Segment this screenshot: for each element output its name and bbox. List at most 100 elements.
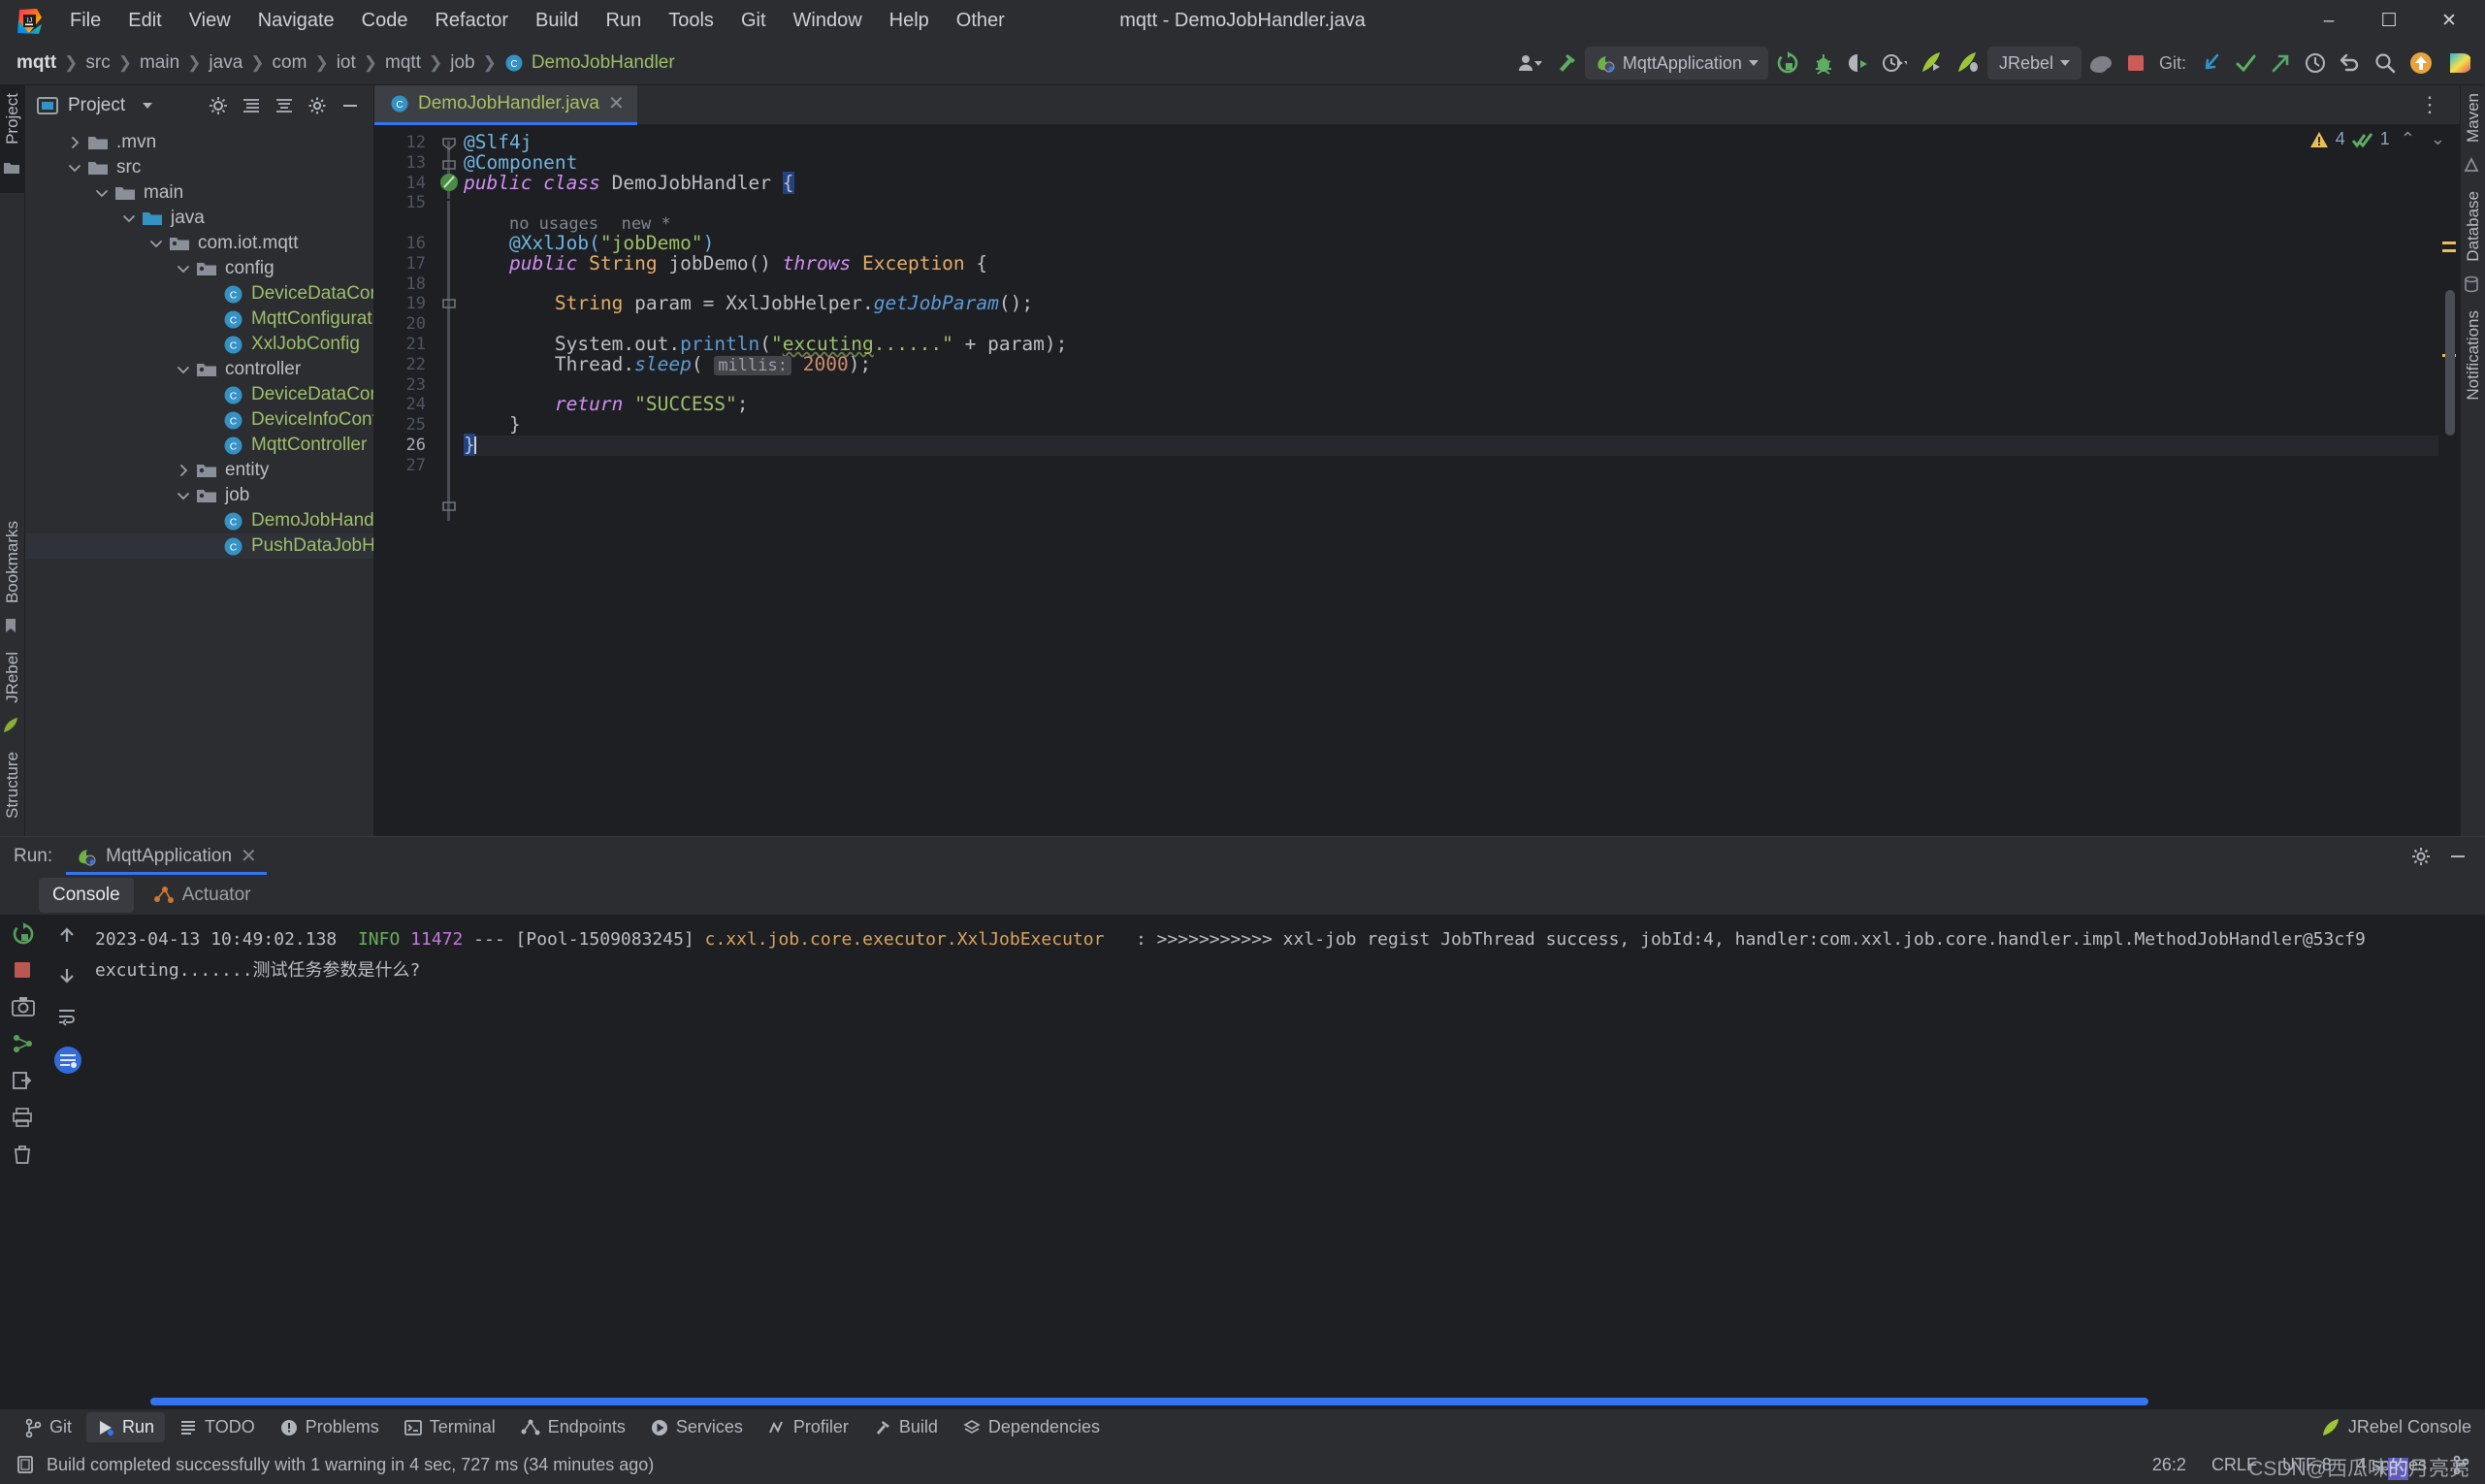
breadcrumb-com[interactable]: com [266,49,314,77]
tool-window-terminal[interactable]: Terminal [394,1412,506,1442]
maximize-button[interactable]: ☐ [2359,0,2419,42]
tree-item-entity[interactable]: entity [25,458,373,483]
tree-item-mqttcontroller[interactable]: C MqttController [25,433,373,458]
tree-item-mqttconfiguration[interactable]: C MqttConfiguration [25,306,373,332]
console-horizontal-scrollbar[interactable] [0,1395,2485,1408]
code-line[interactable]: no usages new * [464,213,2438,234]
tree-item-java[interactable]: java [25,206,373,231]
window-controls[interactable]: – ☐ ✕ [2299,0,2485,42]
code-line[interactable]: @XxlJob("jobDemo") [464,233,2438,254]
code-line[interactable] [464,274,2438,295]
code-folding-gutter[interactable] [435,125,464,836]
editor-marker-scrollbar[interactable] [2438,125,2460,836]
tool-strip-structure-label[interactable]: Structure [3,744,22,826]
jrebel-debug-icon[interactable] [1951,47,1985,80]
chevron-down-icon[interactable] [147,235,165,252]
select-opened-file-icon[interactable] [209,96,228,115]
code-line[interactable] [464,456,2438,476]
git-update-icon[interactable] [2194,47,2227,80]
caret-position[interactable]: 26:2 [2152,1455,2186,1475]
tool-window-dependencies[interactable]: Dependencies [952,1412,1111,1442]
debug-icon[interactable] [1807,47,1840,80]
tool-window-endpoints[interactable]: Endpoints [510,1412,636,1442]
chevron-down-icon[interactable] [120,210,138,227]
print-icon[interactable] [12,1107,35,1130]
code-line[interactable]: public String jobDemo() throws Exception… [464,253,2438,274]
tree-item-devicedataconfig[interactable]: C DeviceDataConfig [25,281,373,306]
tool-strip-project-label[interactable]: Project [3,85,22,152]
warning-marker[interactable] [2442,242,2456,244]
project-folder-icon[interactable] [2,158,23,179]
tool-window-problems[interactable]: Problems [270,1412,390,1442]
tool-strip-bookmarks-label[interactable]: Bookmarks [3,513,22,611]
tool-window-profiler[interactable]: Profiler [758,1412,859,1442]
collapse-all-icon[interactable] [274,96,294,115]
rerun-icon[interactable] [12,922,35,946]
jrebel-icon[interactable] [2,717,23,738]
ide-feature-icon[interactable] [2440,47,2475,80]
git-rollback-icon[interactable] [2334,47,2367,80]
rerun-icon[interactable] [1770,47,1805,80]
git-commit-icon[interactable] [2229,47,2262,80]
breadcrumb-class[interactable]: C DemoJobHandler [498,49,682,77]
console-output-area[interactable]: 2023-04-13 10:49:02.138 INFO 11472 --- [… [0,915,2485,1395]
menu-refactor[interactable]: Refactor [421,5,522,37]
tree-item-controller[interactable]: controller [25,357,373,382]
notifications-icon[interactable] [2404,47,2438,80]
close-icon[interactable]: ✕ [608,94,625,113]
tool-window-todo[interactable]: TODO [169,1412,266,1442]
editor-scrollbar-thumb[interactable] [2445,290,2455,436]
tree-item-src[interactable]: src [25,155,373,180]
code-line[interactable]: String param = XxlJobHelper.getJobParam(… [464,293,2438,314]
breadcrumb-mqtt[interactable]: mqtt [10,49,63,77]
menu-view[interactable]: View [176,5,244,37]
scroll-up-icon[interactable] [56,924,80,948]
chevron-down-icon[interactable] [1748,60,1759,66]
more-options-icon[interactable]: ⋮ [2411,92,2450,117]
menu-edit[interactable]: Edit [114,5,175,37]
profiler-toolbar-icon[interactable] [1877,47,1912,80]
project-tree[interactable]: .mvn src main java com.iot.mqtt config C Device… [25,126,373,836]
tool-strip-database-label[interactable]: Database [2464,183,2483,270]
screenshot-icon[interactable] [12,996,35,1019]
menu-window[interactable]: Window [780,5,876,37]
hide-panel-icon[interactable] [2442,840,2473,873]
console-settings-icon[interactable] [54,1047,81,1074]
chevron-down-icon[interactable] [175,260,192,277]
menu-navigate[interactable]: Navigate [244,5,348,37]
chevron-down-icon[interactable] [93,184,111,202]
tab-console[interactable]: Console [39,878,134,913]
code-line[interactable]: Thread.sleep( millis: 2000); [464,354,2438,375]
breadcrumb-mqtt-pkg[interactable]: mqtt [378,49,428,77]
git-history-icon[interactable] [2299,47,2332,80]
tree-item-config[interactable]: config [25,256,373,281]
database-icon[interactable] [2463,275,2484,297]
tree-item-main[interactable]: main [25,180,373,206]
breadcrumb[interactable]: mqtt ❯ src ❯ main ❯ java ❯ com ❯ iot ❯ m… [10,49,682,77]
chevron-right-icon[interactable] [175,462,192,479]
code-editor[interactable]: 12 13 14 15 16 17 18 19 20 21 22 23 24 25 26 27 @S [374,125,2460,836]
previous-highlight-icon[interactable]: ⌃ [2396,129,2420,149]
menu-run[interactable]: Run [593,5,656,37]
breadcrumb-java[interactable]: java [202,49,249,77]
tree-item-xxljobconfig[interactable]: C XxlJobConfig [25,332,373,357]
minimize-button[interactable]: – [2299,0,2359,42]
code-line[interactable] [464,193,2438,213]
thread-dump-icon[interactable] [12,1033,35,1056]
chevron-down-icon[interactable] [2059,60,2070,66]
breadcrumb-iot[interactable]: iot [330,49,363,77]
tree-item-com-iot-mqtt[interactable]: com.iot.mqtt [25,231,373,256]
next-highlight-icon[interactable]: ⌄ [2426,129,2450,149]
tree-item-demojobhandler[interactable]: C DemoJobHandler [25,508,373,533]
code-line[interactable]: @Component [464,152,2438,174]
chevron-down-icon[interactable] [175,487,192,504]
jrebel-run-icon[interactable] [1914,47,1949,80]
close-icon[interactable]: ✕ [241,844,257,868]
soft-wrap-icon[interactable] [56,1006,80,1029]
run-configuration-selector[interactable]: MqttApplication [1584,47,1768,80]
stop-icon[interactable] [2120,47,2151,80]
breadcrumb-src[interactable]: src [79,49,116,77]
code-line[interactable]: return "SUCCESS"; [464,394,2438,415]
bookmark-icon[interactable] [2,617,23,638]
menu-git[interactable]: Git [727,5,780,37]
